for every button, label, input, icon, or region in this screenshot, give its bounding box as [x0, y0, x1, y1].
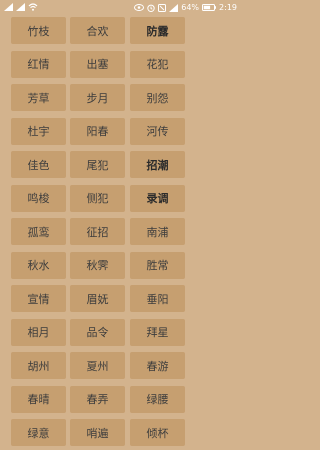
word-tile[interactable]: 春弄: [70, 385, 125, 413]
word-tile[interactable]: 孤鸾: [11, 218, 66, 245]
word-tile[interactable]: 别怨: [130, 84, 185, 111]
signal-icon: [4, 3, 13, 11]
word-tile[interactable]: 绿意: [11, 419, 66, 446]
word-tile[interactable]: 芳草: [11, 84, 66, 111]
word-tile[interactable]: 夏州: [70, 352, 125, 379]
word-tile[interactable]: 尾犯: [70, 151, 125, 178]
word-tile[interactable]: 春游: [130, 352, 185, 379]
word-tile[interactable]: 防露: [130, 17, 185, 44]
alarm-icon: [147, 4, 155, 12]
word-tile[interactable]: 拜星: [130, 318, 185, 346]
word-tile[interactable]: 胜常: [130, 251, 185, 279]
eye-icon: [134, 4, 145, 11]
word-tile[interactable]: 红情: [11, 50, 66, 78]
word-tile[interactable]: 杜宇: [11, 117, 66, 145]
word-tile[interactable]: 相月: [11, 318, 66, 346]
word-tile[interactable]: 步月: [70, 84, 125, 111]
word-tile[interactable]: 花犯: [130, 50, 185, 78]
word-tile[interactable]: 秋霁: [70, 251, 125, 279]
battery-percent: 64%: [181, 3, 200, 12]
word-tile[interactable]: 河传: [130, 117, 185, 145]
mute-icon: [158, 3, 167, 12]
word-tile[interactable]: 侧犯: [70, 184, 125, 212]
word-tile[interactable]: 胡州: [11, 352, 66, 379]
word-tile[interactable]: 秋水: [11, 251, 66, 279]
word-tile[interactable]: 阳春: [70, 117, 125, 145]
word-tile[interactable]: 眉妩: [70, 285, 125, 312]
word-tile[interactable]: 南浦: [130, 218, 185, 245]
word-tile[interactable]: 垂阳: [130, 285, 185, 312]
signal-icon: [16, 3, 25, 11]
status-bar: 64% 2:19: [0, 0, 241, 18]
signal-icon: [169, 3, 179, 12]
word-tile[interactable]: 绿腰: [130, 385, 185, 413]
word-tile[interactable]: 品令: [70, 318, 125, 346]
status-left: [4, 3, 38, 11]
word-tile[interactable]: 鸣梭: [11, 184, 66, 212]
status-right: 64% 2:19: [134, 3, 237, 12]
word-tile[interactable]: 春晴: [11, 385, 66, 413]
word-tile[interactable]: 招潮: [130, 151, 185, 178]
wifi-icon: [28, 3, 38, 11]
word-tile[interactable]: 征招: [70, 218, 125, 245]
word-tile[interactable]: 合欢: [70, 17, 125, 44]
word-tile[interactable]: 倾杯: [130, 419, 185, 446]
word-tile[interactable]: 竹枝: [11, 17, 66, 44]
status-time: 2:19: [219, 3, 237, 12]
word-tile[interactable]: 宣情: [11, 285, 66, 312]
word-tile[interactable]: 哨遍: [70, 419, 125, 446]
word-tile[interactable]: 佳色: [11, 151, 66, 178]
word-tile[interactable]: 录调: [130, 184, 185, 212]
word-tile[interactable]: 出塞: [70, 50, 125, 78]
battery-icon: [202, 4, 217, 11]
